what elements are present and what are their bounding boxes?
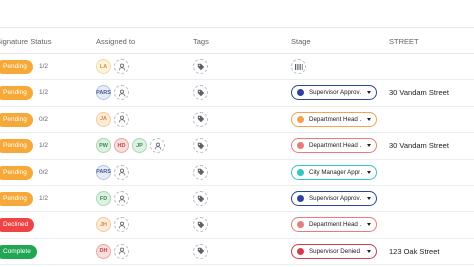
status-badge: Pending	[0, 112, 33, 127]
column-header-street[interactable]: STREET	[389, 37, 419, 46]
column-header-tags[interactable]: Tags	[193, 37, 209, 46]
assignee-list: JA	[96, 111, 129, 128]
chevron-down-icon	[367, 197, 371, 200]
table-row[interactable]: Pending 0/2 PARS City Manager Appr…	[0, 160, 474, 186]
status-badge: Pending	[0, 165, 33, 180]
table-row[interactable]: Pending 1/2 PARS Supervisor Approv… 30 Vanda…	[0, 80, 474, 107]
avatar[interactable]: LA	[96, 59, 111, 74]
add-assignee-icon[interactable]	[114, 243, 129, 259]
stage-dropdown[interactable]: Department Head …	[291, 217, 377, 233]
street-cell: 123 Oak Street	[389, 246, 440, 256]
stage-color-dot	[297, 168, 304, 176]
table-row[interactable]: Pending 1/2 LA	[0, 54, 474, 81]
add-assignee-icon[interactable]	[114, 217, 129, 233]
tag-icon[interactable]	[193, 111, 208, 127]
add-assignee-icon[interactable]	[114, 164, 129, 180]
stage-color-dot	[297, 195, 304, 202]
table-row[interactable]: Declined JH Department Head …	[0, 212, 474, 239]
stage-label: Supervisor Denied	[309, 247, 360, 255]
stage-color-dot	[297, 221, 304, 229]
add-assignee-icon[interactable]	[114, 191, 129, 206]
table-row[interactable]: Pending 0/2 JA Department Head …	[0, 107, 474, 134]
status-badge: Pending	[0, 60, 33, 74]
stage-dropdown[interactable]: Supervisor Approv…	[291, 85, 377, 101]
table-row[interactable]: Complete DH Supervisor Denied 123 Oak Stree…	[0, 239, 474, 266]
stage-color-dot	[297, 115, 304, 123]
avatar[interactable]: DH	[96, 243, 111, 259]
add-assignee-icon[interactable]	[114, 85, 129, 101]
street-cell: 30 Vandam Street	[389, 88, 449, 98]
assignee-list: PARS	[96, 164, 129, 181]
avatar[interactable]: HD	[114, 138, 129, 154]
stage-color-dot	[297, 89, 304, 97]
assignee-list: JH	[96, 217, 129, 233]
stage-label: Department Head …	[309, 221, 362, 229]
chevron-down-icon	[367, 91, 371, 95]
stage-picker-icon[interactable]	[291, 59, 306, 74]
stage-color-dot	[297, 247, 304, 255]
stage-label: Supervisor Approv…	[309, 195, 362, 202]
stage-color-dot	[297, 142, 304, 150]
stage-label: City Manager Appr…	[309, 168, 362, 176]
add-assignee-icon[interactable]	[114, 59, 129, 74]
status-badge: Declined	[0, 218, 35, 233]
tag-icon[interactable]	[193, 59, 208, 74]
signature-count: 1/2	[39, 63, 49, 70]
tag-icon[interactable]	[193, 164, 208, 180]
stage-dropdown[interactable]: Supervisor Denied	[291, 243, 377, 259]
stage-dropdown[interactable]: Supervisor Approv…	[291, 191, 377, 206]
status-badge: Complete	[0, 244, 37, 259]
signature-count: 0/2	[39, 115, 49, 123]
avatar[interactable]: PARS	[96, 164, 111, 180]
chevron-down-icon	[367, 144, 371, 148]
avatar[interactable]: PARS	[96, 85, 111, 101]
stage-dropdown[interactable]: City Manager Appr…	[291, 164, 377, 180]
assignee-list: DH	[96, 243, 129, 260]
tag-icon[interactable]	[193, 243, 208, 259]
stage-label: Department Head …	[309, 142, 362, 150]
status-badge: Pending	[0, 139, 33, 154]
chevron-down-icon	[367, 249, 371, 253]
assignee-list: PW HD JP	[96, 138, 165, 154]
signature-count: 1/2	[39, 142, 49, 150]
column-header-signature-status[interactable]: Signature Status	[0, 37, 51, 46]
avatar[interactable]: FD	[96, 191, 111, 206]
avatar[interactable]: JP	[132, 138, 147, 154]
table-row[interactable]: Pending 1/2 PW HD JP Department Head … 30 Vand…	[0, 133, 474, 160]
add-assignee-icon[interactable]	[114, 111, 129, 127]
avatar[interactable]: JH	[96, 217, 111, 233]
signature-count: 0/2	[39, 168, 49, 176]
assignee-list: FD	[96, 191, 129, 207]
stage-dropdown[interactable]: Department Head …	[291, 138, 377, 154]
tag-icon[interactable]	[193, 85, 208, 101]
table-row[interactable]: Pending 1/2 FD Supervisor Approv…	[0, 186, 474, 213]
status-badge: Pending	[0, 86, 33, 101]
chevron-down-icon	[367, 117, 371, 121]
column-header-assigned-to[interactable]: Assigned to	[96, 37, 135, 46]
signature-count: 1/2	[39, 195, 49, 202]
assignee-list: PARS	[96, 85, 129, 101]
table-header: Signature Status Assigned to Tags Stage …	[0, 27, 474, 54]
avatar[interactable]: PW	[96, 138, 111, 154]
street-cell: 30 Vandam Street	[389, 141, 449, 151]
stage-label: Department Head …	[309, 115, 362, 123]
tag-icon[interactable]	[193, 217, 208, 233]
stage-label: Supervisor Approv…	[309, 89, 362, 97]
avatar[interactable]: JA	[96, 111, 111, 127]
signature-count: 1/2	[39, 89, 49, 97]
chevron-down-icon	[367, 223, 371, 227]
column-header-stage[interactable]: Stage	[291, 37, 311, 46]
add-assignee-icon[interactable]	[150, 138, 165, 154]
assignee-list: LA	[96, 59, 129, 75]
chevron-down-icon	[367, 170, 371, 174]
status-badge: Pending	[0, 192, 33, 206]
tag-icon[interactable]	[193, 191, 208, 206]
stage-dropdown[interactable]: Department Head …	[291, 111, 377, 127]
tag-icon[interactable]	[193, 138, 208, 154]
